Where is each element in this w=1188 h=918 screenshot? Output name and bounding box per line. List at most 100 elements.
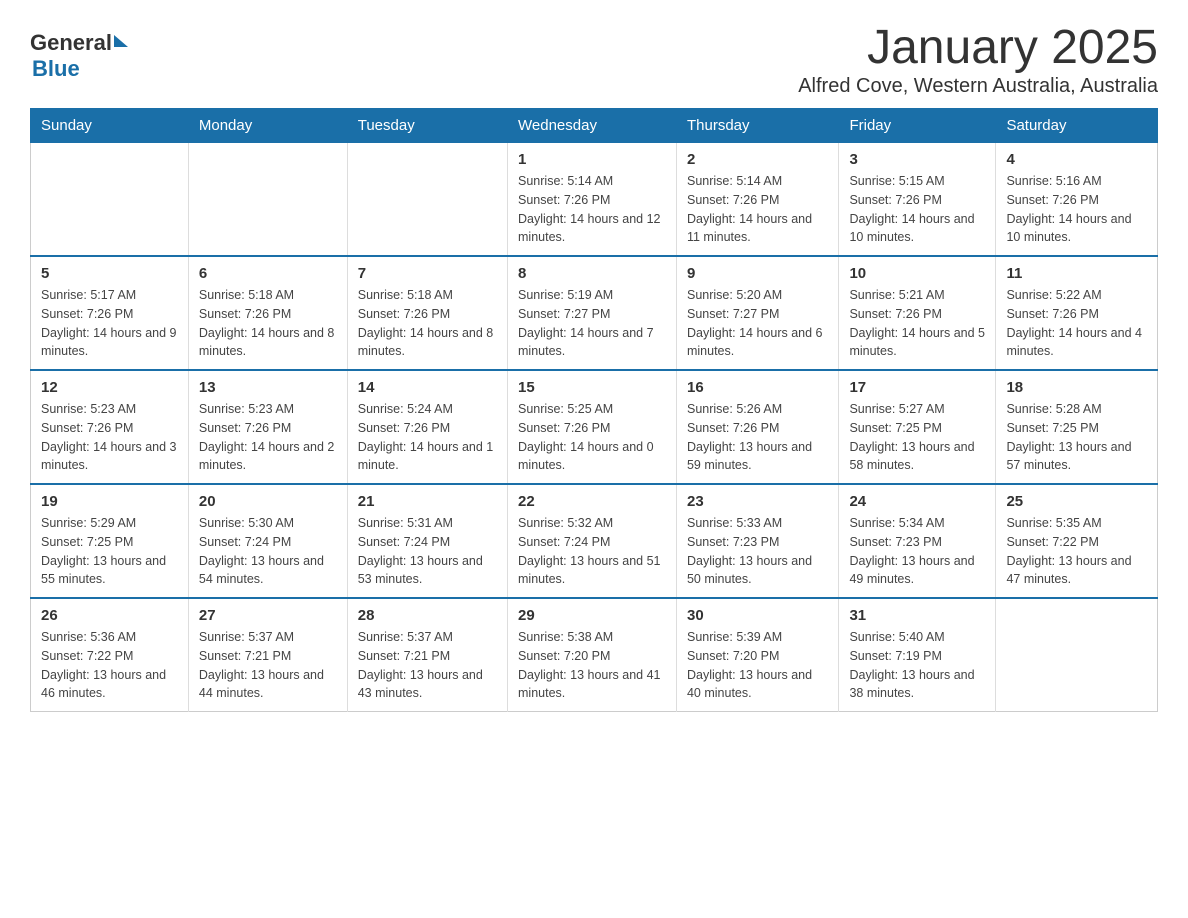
day-number: 11 [1006, 265, 1147, 282]
day-number: 17 [849, 379, 985, 396]
day-info: Sunrise: 5:22 AMSunset: 7:26 PMDaylight:… [1006, 286, 1147, 361]
day-number: 5 [41, 265, 178, 282]
calendar-cell: 25 Sunrise: 5:35 AMSunset: 7:22 PMDayligh… [996, 484, 1158, 598]
day-info: Sunrise: 5:21 AMSunset: 7:26 PMDaylight:… [849, 286, 985, 361]
day-info: Sunrise: 5:37 AMSunset: 7:21 PMDaylight:… [358, 628, 497, 703]
day-number: 19 [41, 493, 178, 510]
calendar-cell: 7 Sunrise: 5:18 AMSunset: 7:26 PMDaylight… [347, 256, 507, 370]
day-info: Sunrise: 5:38 AMSunset: 7:20 PMDaylight:… [518, 628, 666, 703]
day-info: Sunrise: 5:34 AMSunset: 7:23 PMDaylight:… [849, 514, 985, 589]
calendar-cell: 17 Sunrise: 5:27 AMSunset: 7:25 PMDayligh… [839, 370, 996, 484]
day-info: Sunrise: 5:20 AMSunset: 7:27 PMDaylight:… [687, 286, 828, 361]
day-info: Sunrise: 5:36 AMSunset: 7:22 PMDaylight:… [41, 628, 178, 703]
day-number: 10 [849, 265, 985, 282]
day-number: 13 [199, 379, 337, 396]
day-info: Sunrise: 5:15 AMSunset: 7:26 PMDaylight:… [849, 172, 985, 247]
calendar-table: SundayMondayTuesdayWednesdayThursdayFrid… [30, 108, 1158, 712]
calendar-cell: 1 Sunrise: 5:14 AMSunset: 7:26 PMDaylight… [508, 143, 677, 257]
day-number: 25 [1006, 493, 1147, 510]
column-header-thursday: Thursday [676, 109, 838, 143]
calendar-week-row: 1 Sunrise: 5:14 AMSunset: 7:26 PMDaylight… [31, 143, 1158, 257]
calendar-cell: 27 Sunrise: 5:37 AMSunset: 7:21 PMDayligh… [188, 598, 347, 712]
calendar-cell: 28 Sunrise: 5:37 AMSunset: 7:21 PMDayligh… [347, 598, 507, 712]
day-number: 16 [687, 379, 828, 396]
calendar-cell: 15 Sunrise: 5:25 AMSunset: 7:26 PMDayligh… [508, 370, 677, 484]
title-area: January 2025 Alfred Cove, Western Austra… [798, 20, 1158, 98]
day-info: Sunrise: 5:16 AMSunset: 7:26 PMDaylight:… [1006, 172, 1147, 247]
day-number: 18 [1006, 379, 1147, 396]
column-header-sunday: Sunday [31, 109, 189, 143]
day-number: 9 [687, 265, 828, 282]
day-number: 28 [358, 607, 497, 624]
day-info: Sunrise: 5:17 AMSunset: 7:26 PMDaylight:… [41, 286, 178, 361]
day-number: 21 [358, 493, 497, 510]
calendar-cell: 30 Sunrise: 5:39 AMSunset: 7:20 PMDayligh… [676, 598, 838, 712]
calendar-cell: 29 Sunrise: 5:38 AMSunset: 7:20 PMDayligh… [508, 598, 677, 712]
calendar-cell: 18Sunrise: 5:28 AMSunset: 7:25 PMDayligh… [996, 370, 1158, 484]
logo-blue-text: Blue [32, 56, 80, 81]
day-number: 15 [518, 379, 666, 396]
day-info: Sunrise: 5:14 AMSunset: 7:26 PMDaylight:… [518, 172, 666, 247]
calendar-header-row: SundayMondayTuesdayWednesdayThursdayFrid… [31, 109, 1158, 143]
calendar-cell: 10 Sunrise: 5:21 AMSunset: 7:26 PMDayligh… [839, 256, 996, 370]
day-info: Sunrise: 5:25 AMSunset: 7:26 PMDaylight:… [518, 400, 666, 475]
calendar-cell: 5 Sunrise: 5:17 AMSunset: 7:26 PMDaylight… [31, 256, 189, 370]
page-header: General Blue January 2025 Alfred Cove, W… [30, 20, 1158, 98]
calendar-cell: 2 Sunrise: 5:14 AMSunset: 7:26 PMDaylight… [676, 143, 838, 257]
column-header-saturday: Saturday [996, 109, 1158, 143]
calendar-week-row: 26 Sunrise: 5:36 AMSunset: 7:22 PMDayligh… [31, 598, 1158, 712]
calendar-cell: 21 Sunrise: 5:31 AMSunset: 7:24 PMDayligh… [347, 484, 507, 598]
calendar-cell: 8 Sunrise: 5:19 AMSunset: 7:27 PMDaylight… [508, 256, 677, 370]
column-header-friday: Friday [839, 109, 996, 143]
day-number: 27 [199, 607, 337, 624]
calendar-cell: 26 Sunrise: 5:36 AMSunset: 7:22 PMDayligh… [31, 598, 189, 712]
calendar-cell [996, 598, 1158, 712]
day-number: 29 [518, 607, 666, 624]
day-number: 6 [199, 265, 337, 282]
column-header-monday: Monday [188, 109, 347, 143]
page-title: January 2025 [798, 20, 1158, 75]
page-subtitle: Alfred Cove, Western Australia, Australi… [798, 75, 1158, 98]
calendar-cell: 6 Sunrise: 5:18 AMSunset: 7:26 PMDaylight… [188, 256, 347, 370]
day-number: 1 [518, 151, 666, 168]
calendar-cell: 23Sunrise: 5:33 AMSunset: 7:23 PMDayligh… [676, 484, 838, 598]
day-info: Sunrise: 5:30 AMSunset: 7:24 PMDaylight:… [199, 514, 337, 589]
day-info: Sunrise: 5:18 AMSunset: 7:26 PMDaylight:… [358, 286, 497, 361]
calendar-cell: 4 Sunrise: 5:16 AMSunset: 7:26 PMDaylight… [996, 143, 1158, 257]
logo-triangle-icon [114, 35, 128, 47]
day-number: 31 [849, 607, 985, 624]
day-number: 14 [358, 379, 497, 396]
calendar-cell: 3Sunrise: 5:15 AMSunset: 7:26 PMDaylight… [839, 143, 996, 257]
day-info: Sunrise: 5:31 AMSunset: 7:24 PMDaylight:… [358, 514, 497, 589]
calendar-cell [31, 143, 189, 257]
calendar-cell: 31Sunrise: 5:40 AMSunset: 7:19 PMDayligh… [839, 598, 996, 712]
calendar-cell: 13Sunrise: 5:23 AMSunset: 7:26 PMDayligh… [188, 370, 347, 484]
day-info: Sunrise: 5:33 AMSunset: 7:23 PMDaylight:… [687, 514, 828, 589]
day-info: Sunrise: 5:32 AMSunset: 7:24 PMDaylight:… [518, 514, 666, 589]
day-info: Sunrise: 5:37 AMSunset: 7:21 PMDaylight:… [199, 628, 337, 703]
calendar-cell [188, 143, 347, 257]
calendar-week-row: 19 Sunrise: 5:29 AMSunset: 7:25 PMDayligh… [31, 484, 1158, 598]
logo-general-text: General [30, 30, 112, 56]
day-info: Sunrise: 5:29 AMSunset: 7:25 PMDaylight:… [41, 514, 178, 589]
day-number: 7 [358, 265, 497, 282]
day-number: 4 [1006, 151, 1147, 168]
column-header-tuesday: Tuesday [347, 109, 507, 143]
calendar-cell: 9 Sunrise: 5:20 AMSunset: 7:27 PMDaylight… [676, 256, 838, 370]
calendar-cell: 16 Sunrise: 5:26 AMSunset: 7:26 PMDayligh… [676, 370, 838, 484]
calendar-week-row: 12Sunrise: 5:23 AMSunset: 7:26 PMDayligh… [31, 370, 1158, 484]
day-number: 8 [518, 265, 666, 282]
day-number: 26 [41, 607, 178, 624]
day-number: 30 [687, 607, 828, 624]
day-info: Sunrise: 5:18 AMSunset: 7:26 PMDaylight:… [199, 286, 337, 361]
day-info: Sunrise: 5:39 AMSunset: 7:20 PMDaylight:… [687, 628, 828, 703]
calendar-cell: 20Sunrise: 5:30 AMSunset: 7:24 PMDayligh… [188, 484, 347, 598]
calendar-cell: 22Sunrise: 5:32 AMSunset: 7:24 PMDayligh… [508, 484, 677, 598]
day-info: Sunrise: 5:26 AMSunset: 7:26 PMDaylight:… [687, 400, 828, 475]
calendar-week-row: 5 Sunrise: 5:17 AMSunset: 7:26 PMDaylight… [31, 256, 1158, 370]
day-info: Sunrise: 5:27 AMSunset: 7:25 PMDaylight:… [849, 400, 985, 475]
day-info: Sunrise: 5:14 AMSunset: 7:26 PMDaylight:… [687, 172, 828, 247]
day-info: Sunrise: 5:19 AMSunset: 7:27 PMDaylight:… [518, 286, 666, 361]
day-number: 2 [687, 151, 828, 168]
day-info: Sunrise: 5:35 AMSunset: 7:22 PMDaylight:… [1006, 514, 1147, 589]
